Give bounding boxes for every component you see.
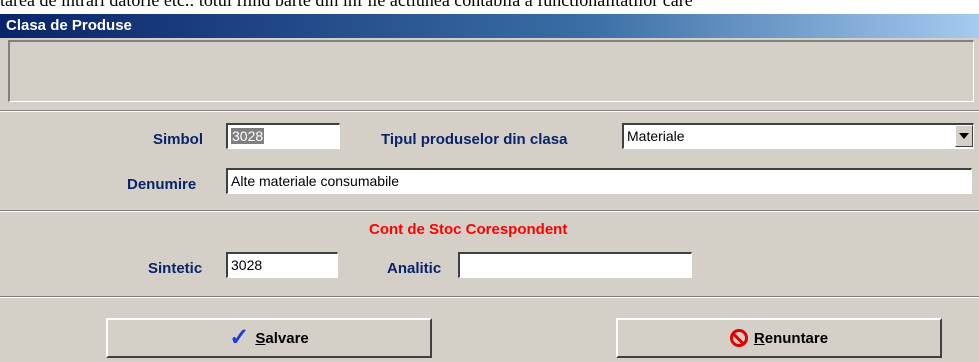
- tipul-label: Tipul produselor din clasa: [381, 131, 568, 148]
- simbol-label: Simbol: [153, 131, 204, 148]
- cont-heading: Cont de Stoc Corespondent: [369, 221, 568, 238]
- document-background-text: tarea de intrari datorie etc.; totul fii…: [0, 0, 979, 6]
- analitic-label: Analitic: [387, 260, 442, 277]
- simbol-field[interactable]: 3028: [226, 123, 340, 149]
- sintetic-field[interactable]: 3028: [226, 252, 338, 278]
- separator: [0, 110, 979, 112]
- save-button-label: Salvare: [255, 329, 309, 347]
- cancel-button[interactable]: Renuntare: [616, 318, 942, 358]
- denumire-field[interactable]: Alte materiale consumabile: [226, 168, 972, 194]
- analitic-field[interactable]: [458, 252, 692, 278]
- separator: [0, 210, 979, 212]
- dialog-body: Simbol 3028 Tipul produselor din clasa M…: [0, 38, 979, 362]
- denumire-label: Denumire: [127, 176, 197, 193]
- tipul-select[interactable]: Materiale: [622, 123, 974, 149]
- chevron-down-icon[interactable]: [955, 125, 973, 147]
- sintetic-label: Sintetic: [148, 260, 203, 277]
- cancel-icon: [729, 329, 748, 347]
- info-panel: [8, 40, 974, 102]
- window-title: Clasa de Produse: [6, 17, 132, 34]
- checkmark-icon: ✓: [229, 324, 250, 351]
- tipul-select-value: Materiale: [627, 128, 685, 144]
- cancel-button-label: Renuntare: [753, 329, 829, 347]
- window-titlebar[interactable]: Clasa de Produse: [0, 14, 979, 38]
- separator: [0, 296, 979, 298]
- save-button[interactable]: ✓ Salvare: [106, 318, 432, 358]
